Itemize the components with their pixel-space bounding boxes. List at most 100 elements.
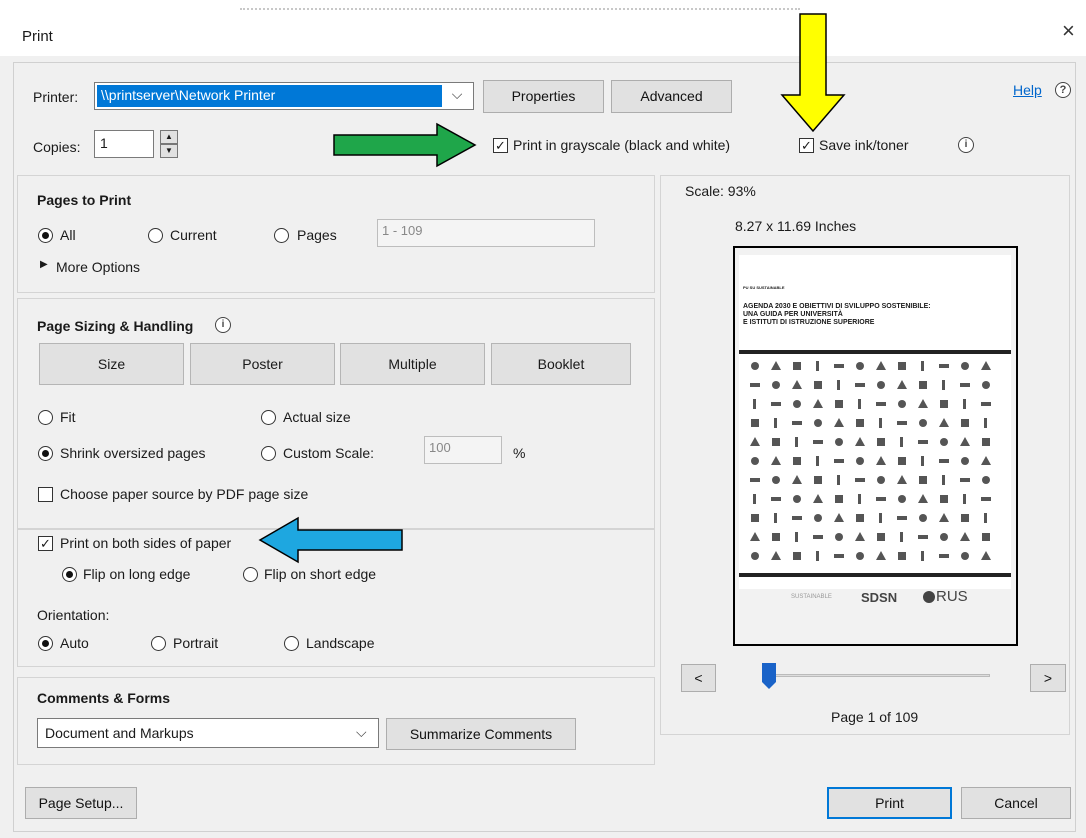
flip-short-radio[interactable] <box>243 567 258 582</box>
prev-label: < <box>694 670 703 686</box>
advanced-label: Advanced <box>640 88 703 104</box>
triangle-right-icon[interactable]: ▶ <box>40 259 48 270</box>
preview-page: PU SU SUSTAINABLE AGENDA 2030 E OBIETTIV… <box>739 255 1011 589</box>
next-page-button[interactable]: > <box>1030 664 1066 692</box>
print-button[interactable]: Print <box>827 787 952 819</box>
pages-all-radio[interactable] <box>38 228 53 243</box>
spin-down-icon[interactable]: ▼ <box>160 144 178 158</box>
preview-sdg-icon <box>814 419 822 427</box>
preview-sdg-icon <box>834 364 844 368</box>
more-options-link[interactable]: More Options <box>56 259 140 275</box>
fit-radio[interactable] <box>38 410 53 425</box>
grayscale-checkbox[interactable]: ✓ <box>493 138 508 153</box>
actual-size-radio[interactable] <box>261 410 276 425</box>
preview-sdg-icon <box>876 456 886 465</box>
preview-sdg-icon <box>960 478 970 482</box>
pages-current-radio[interactable] <box>148 228 163 243</box>
summarize-comments-button[interactable]: Summarize Comments <box>386 718 576 750</box>
preview-sdg-icon <box>856 514 864 522</box>
preview-rule <box>739 350 1011 354</box>
preview-sdg-icon <box>939 513 949 522</box>
info-icon[interactable]: i <box>215 317 231 333</box>
custom-scale-input[interactable]: 100 <box>424 436 502 464</box>
printer-value: \\printserver\Network Printer <box>97 85 442 107</box>
duplex-checkbox[interactable]: ✓ <box>38 536 53 551</box>
preview-sdg-icon <box>877 533 885 541</box>
help-link[interactable]: Help <box>1013 82 1042 98</box>
cancel-button[interactable]: Cancel <box>961 787 1071 819</box>
preview-sdg-icon <box>963 399 966 409</box>
shrink-radio[interactable] <box>38 446 53 461</box>
save-ink-checkbox[interactable]: ✓ <box>799 138 814 153</box>
multiple-button[interactable]: Multiple <box>340 343 485 385</box>
preview-sdg-icon <box>918 440 928 444</box>
preview-sdg-icon <box>898 495 906 503</box>
preview-sdg-icon <box>919 419 927 427</box>
page-slider-track[interactable] <box>768 674 990 677</box>
page-slider-thumb[interactable] <box>761 662 777 690</box>
preview-sdg-icon <box>835 400 843 408</box>
arrow-left-icon <box>258 516 403 564</box>
pages-all-label: All <box>60 227 76 243</box>
booklet-button[interactable]: Booklet <box>491 343 631 385</box>
advanced-button[interactable]: Advanced <box>611 80 732 113</box>
preview-sdg-icon <box>814 476 822 484</box>
preview-title-3: E ISTITUTI DI ISTRUZIONE SUPERIORE <box>743 319 875 326</box>
help-icon[interactable]: ? <box>1055 82 1071 98</box>
preview-sdg-icon <box>898 362 906 370</box>
info-icon[interactable]: i <box>958 137 974 153</box>
preview-sdg-icon <box>855 383 865 387</box>
custom-scale-radio[interactable] <box>261 446 276 461</box>
preview-sdg-icon <box>856 457 864 465</box>
preview-sdg-icon <box>898 457 906 465</box>
printer-select[interactable]: \\printserver\Network Printer ⌵ <box>94 82 474 110</box>
preview-sdg-icon <box>793 400 801 408</box>
preview-sdg-icon <box>898 552 906 560</box>
preview-sdg-icon <box>900 532 903 542</box>
orientation-auto-radio[interactable] <box>38 636 53 651</box>
orientation-auto-label: Auto <box>60 635 89 651</box>
size-button[interactable]: Size <box>39 343 184 385</box>
preview-sdg-icon <box>858 494 861 504</box>
comments-select[interactable]: Document and Markups ⌵ <box>37 718 379 748</box>
preview-sdg-icon <box>940 400 948 408</box>
preview-sdg-icon <box>771 361 781 370</box>
preview-sdg-icon <box>919 476 927 484</box>
preview-sdg-icon <box>792 516 802 520</box>
preview-sdg-icon <box>834 513 844 522</box>
close-icon[interactable]: × <box>1062 18 1086 44</box>
preview-sdg-icon <box>793 362 801 370</box>
printer-label: Printer: <box>33 89 79 105</box>
page-setup-button[interactable]: Page Setup... <box>25 787 137 819</box>
preview-sdg-icon <box>816 551 819 561</box>
pages-range-label: Pages <box>297 227 337 243</box>
preview-sdg-icon <box>750 383 760 387</box>
arrow-down-icon <box>780 13 846 133</box>
preview-icon-grid <box>750 361 991 561</box>
pages-range-radio[interactable] <box>274 228 289 243</box>
properties-button[interactable]: Properties <box>483 80 604 113</box>
print-label: Print <box>875 795 904 811</box>
spin-up-icon[interactable]: ▲ <box>160 130 178 144</box>
poster-button[interactable]: Poster <box>190 343 335 385</box>
prev-page-button[interactable]: < <box>681 664 716 692</box>
preview-sdg-icon <box>981 456 991 465</box>
orientation-landscape-radio[interactable] <box>284 636 299 651</box>
pages-heading: Pages to Print <box>37 192 132 208</box>
pages-range-input[interactable]: 1 - 109 <box>377 219 595 247</box>
properties-label: Properties <box>511 88 576 104</box>
preview-sdg-icon <box>877 381 885 389</box>
preview-sdg-icon <box>981 497 991 501</box>
preview-sdg-icon <box>835 495 843 503</box>
preview-sdg-icon <box>792 380 802 389</box>
preview-sdg-icon <box>856 552 864 560</box>
paper-source-checkbox[interactable] <box>38 487 53 502</box>
preview-sdg-icon <box>961 514 969 522</box>
orientation-portrait-radio[interactable] <box>151 636 166 651</box>
copies-input[interactable]: 1 <box>94 130 154 158</box>
preview-sdg-icon <box>792 421 802 425</box>
fit-label: Fit <box>60 409 76 425</box>
preview-small-text: PU SU SUSTAINABLE <box>743 285 785 290</box>
preview-sdg-icon <box>984 418 987 428</box>
flip-long-radio[interactable] <box>62 567 77 582</box>
